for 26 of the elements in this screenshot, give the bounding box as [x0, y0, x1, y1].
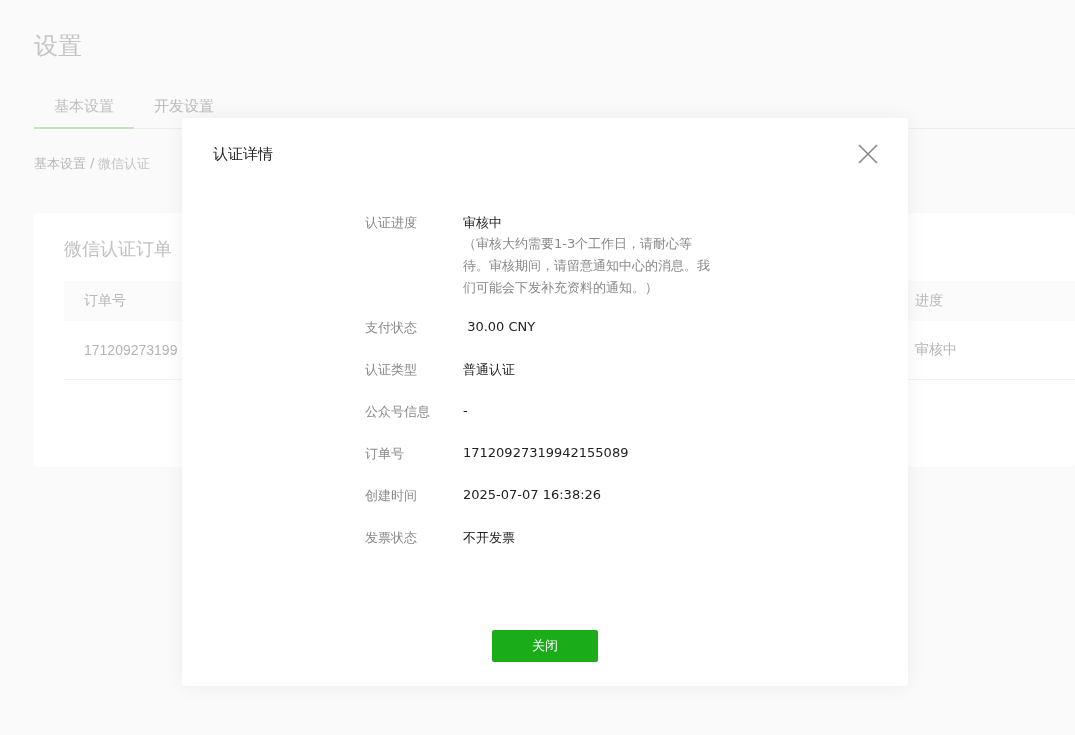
- field-value: -: [463, 403, 469, 418]
- field-value: 17120927319942155089: [463, 445, 630, 460]
- dialog-title: 认证详情: [213, 144, 273, 164]
- field-note: （审核大约需要1-3个工作日，请耐心等待。审核期间，请留意通知中心的消息。我们可能会下发补充资料的通知。）: [463, 235, 711, 297]
- field-label: 认证进度: [365, 214, 418, 232]
- field-value: 普通认证: [463, 361, 516, 379]
- column-header: 订单号: [83, 292, 127, 310]
- field-label: 认证类型: [365, 361, 418, 379]
- close-icon[interactable]: [858, 144, 878, 164]
- field-label: 订单号: [365, 445, 405, 463]
- field-label: 支付状态: [365, 319, 418, 337]
- breadcrumb-link[interactable]: 基本设置: [34, 155, 86, 173]
- field-value: 审核中: [463, 214, 503, 232]
- column-header: 进度: [914, 292, 944, 310]
- field-label: 发票状态: [365, 529, 418, 547]
- settings-tab[interactable]: 开发设置: [134, 86, 234, 129]
- field-value: 不开发票: [463, 529, 516, 547]
- field-value: 2025-07-07 16:38:26: [463, 487, 603, 502]
- field-label: 公众号信息: [365, 403, 431, 421]
- close-button[interactable]: 关闭: [492, 630, 598, 662]
- table-cell-text: 171209273199: [83, 342, 179, 358]
- table-cell-text: 审核中: [914, 341, 958, 359]
- breadcrumb-separator: /: [90, 155, 95, 172]
- field-value: 30.00 CNY: [466, 319, 537, 334]
- field-label: 创建时间: [365, 487, 418, 505]
- card-title: 微信认证订单: [64, 237, 172, 261]
